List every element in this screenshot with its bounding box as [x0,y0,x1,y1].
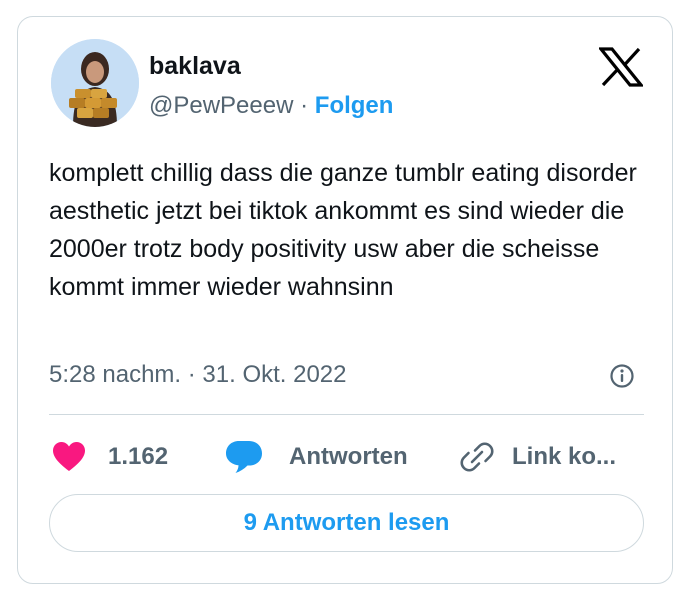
display-name[interactable]: baklava [149,51,393,81]
reply-button[interactable]: Antworten [225,437,408,477]
timestamp[interactable]: 5:28 nachm. · 31. Okt. 2022 [49,360,347,390]
avatar[interactable] [51,39,139,127]
tweet-text: komplett chillig dass die ganze tumblr e… [49,159,637,301]
like-button[interactable]: 1.162 [52,437,168,477]
info-icon[interactable] [609,363,635,389]
reply-label: Antworten [289,443,408,470]
like-count: 1.162 [108,443,169,470]
divider [49,414,644,415]
copy-link-label: Link ko... [512,443,617,470]
handle[interactable]: @PewPeeew [149,92,293,119]
x-logo-icon[interactable] [599,47,643,87]
separator: · [300,92,309,119]
avatar-image [51,39,139,127]
read-replies-button[interactable]: 9 Antworten lesen [49,494,644,552]
speech-bubble-icon [226,441,262,473]
tweet-card: baklava @PewPeeew · Folgen komplett chil… [17,16,673,584]
handle-row: @PewPeeew · Folgen [149,91,393,121]
follow-button[interactable]: Folgen [315,92,394,119]
author-block: baklava @PewPeeew · Folgen [149,51,393,121]
heart-icon [53,442,85,471]
read-replies-label: 9 Antworten lesen [243,509,450,536]
link-icon [460,442,494,472]
copy-link-button[interactable]: Link ko... [460,437,616,477]
